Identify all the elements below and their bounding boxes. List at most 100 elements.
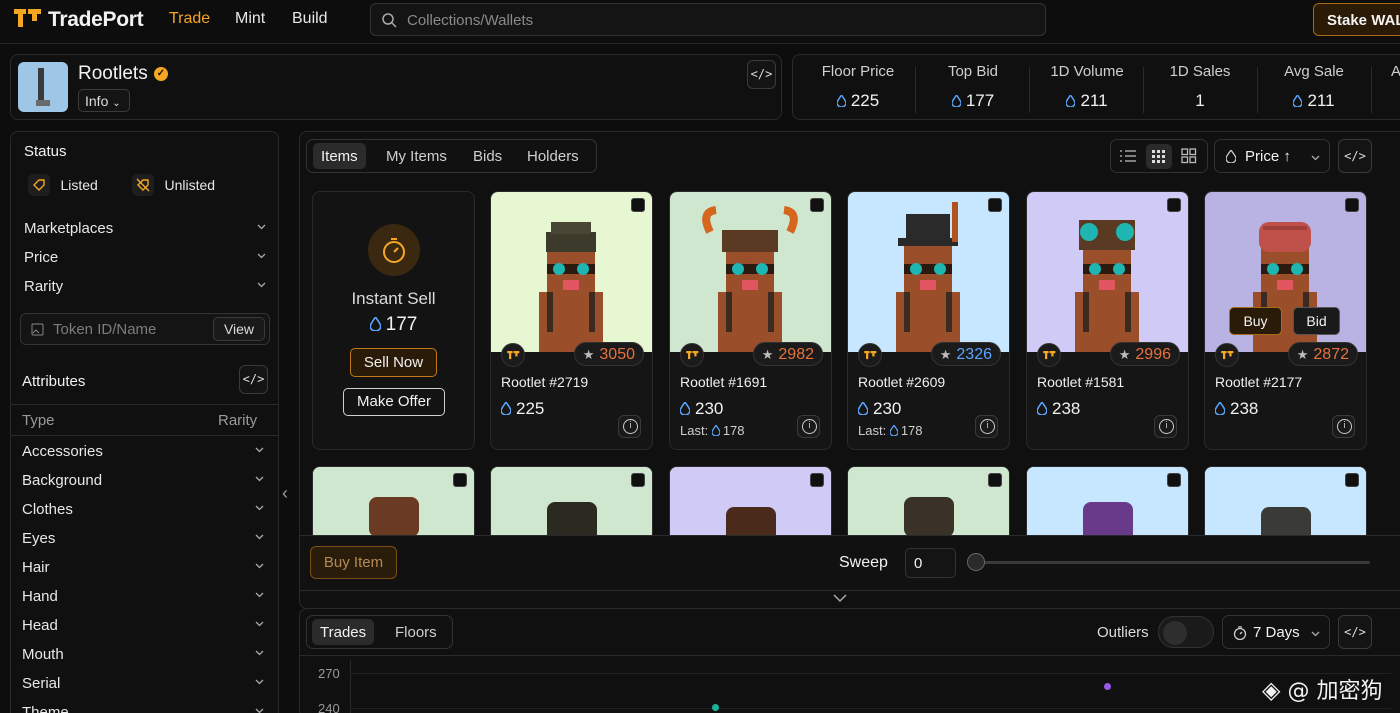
bid-button[interactable]: Bid (1293, 307, 1340, 335)
embed-code-icon[interactable]: </> (1338, 139, 1372, 173)
nft-card[interactable]: ★ 2996 Rootlet #1581 238 (1026, 191, 1189, 450)
time-range-dropdown[interactable]: 7 Days (1222, 615, 1330, 649)
make-offer-button[interactable]: Make Offer (343, 388, 445, 416)
tab-holders[interactable]: Holders (519, 143, 587, 169)
nft-card[interactable]: ★ 2982 Rootlet #1691 230 Last: 178 (669, 191, 832, 450)
nft-image (1027, 467, 1188, 535)
rarity-rank-badge: ★ 2872 (1287, 342, 1358, 366)
select-checkbox[interactable] (1167, 198, 1181, 212)
nft-card[interactable] (669, 466, 832, 535)
embed-code-icon[interactable]: </> (747, 60, 776, 89)
list-view-icon[interactable] (1119, 148, 1137, 164)
tab-my-items[interactable]: My Items (378, 143, 455, 169)
select-checkbox[interactable] (1167, 473, 1181, 487)
filter-rarity[interactable]: Rarity (24, 278, 270, 295)
grid-dense-view-icon[interactable] (1146, 144, 1172, 169)
sort-dropdown[interactable]: Price ↑ (1214, 139, 1330, 173)
info-icon[interactable] (797, 415, 820, 438)
tab-items[interactable]: Items (313, 143, 366, 169)
attribute-hair[interactable]: Hair (22, 559, 268, 576)
nav-build[interactable]: Build (292, 10, 328, 28)
chevron-down-icon (257, 253, 266, 259)
info-icon[interactable] (1332, 415, 1355, 438)
nft-card[interactable] (1026, 466, 1189, 535)
buy-item-button[interactable]: Buy Item (310, 546, 397, 579)
image-icon (31, 323, 44, 336)
nft-card[interactable] (847, 466, 1010, 535)
tradeport-logo-icon (501, 343, 525, 367)
divider (11, 404, 278, 405)
star-icon: ★ (761, 347, 774, 362)
select-checkbox[interactable] (1345, 198, 1359, 212)
attribute-head[interactable]: Head (22, 617, 268, 634)
select-checkbox[interactable] (1345, 473, 1359, 487)
select-checkbox[interactable] (988, 473, 1002, 487)
nft-card[interactable]: ★ 3050 Rootlet #2719 225 (490, 191, 653, 450)
info-icon[interactable] (618, 415, 641, 438)
nav-mint[interactable]: Mint (235, 10, 265, 28)
info-icon[interactable] (1154, 415, 1177, 438)
sweep-label: Sweep (839, 554, 888, 571)
attribute-clothes[interactable]: Clothes (22, 501, 268, 518)
select-checkbox[interactable] (631, 473, 645, 487)
filter-unlisted[interactable]: Unlisted (132, 174, 215, 196)
nft-card[interactable]: ★ 2326 Rootlet #2609 230 Last: 178 (847, 191, 1010, 450)
tab-trades[interactable]: Trades (312, 619, 375, 645)
attribute-theme[interactable]: Theme (22, 704, 268, 713)
view-button[interactable]: View (213, 317, 265, 341)
token-search[interactable]: View (20, 313, 270, 345)
attribute-hand[interactable]: Hand (22, 588, 268, 605)
attribute-accessories[interactable]: Accessories (22, 443, 268, 460)
tab-floors[interactable]: Floors (387, 619, 445, 645)
nft-card[interactable] (490, 466, 653, 535)
attribute-label: Mouth (22, 646, 64, 663)
chevron-down-icon[interactable] (832, 593, 848, 603)
search-input[interactable] (407, 10, 1007, 30)
sort-label: Price ↑ (1245, 148, 1291, 165)
filter-marketplaces[interactable]: Marketplaces (24, 220, 270, 237)
search-box[interactable] (370, 3, 1046, 36)
nft-card[interactable] (1204, 466, 1367, 535)
info-dropdown[interactable]: Info ⌄ (78, 89, 130, 112)
nav-trade[interactable]: Trade (169, 10, 210, 28)
instant-sell-title: Instant Sell (351, 289, 436, 308)
attribute-background[interactable]: Background (22, 472, 268, 489)
token-id-input[interactable] (53, 321, 203, 338)
nft-card[interactable] (312, 466, 475, 535)
chevron-down-icon (1311, 155, 1320, 161)
sell-now-button[interactable]: Sell Now (350, 348, 437, 377)
filter-listed[interactable]: Listed (28, 174, 98, 196)
attribute-label: Accessories (22, 443, 103, 460)
info-icon[interactable] (975, 415, 998, 438)
embed-code-icon[interactable]: </> (1338, 615, 1372, 649)
stake-button[interactable]: Stake WAL (1313, 3, 1400, 36)
brand-name[interactable]: TradePort (48, 8, 144, 32)
stat-label: Floor Price (821, 63, 895, 80)
nft-price: 230 (680, 399, 723, 419)
sweep-slider-handle[interactable] (967, 553, 985, 571)
instant-sell-value: 177 (313, 314, 474, 336)
select-checkbox[interactable] (631, 198, 645, 212)
trade-point[interactable] (712, 704, 719, 711)
grid-view-icon[interactable] (1181, 148, 1197, 164)
attribute-serial[interactable]: Serial (22, 675, 268, 692)
embed-code-icon[interactable]: </> (239, 365, 268, 394)
sweep-slider-track[interactable] (975, 561, 1370, 564)
nft-title: Rootlet #1691 (680, 374, 768, 390)
nft-card[interactable]: ★2872 Rootlet #2177 238 Buy Bid (1204, 191, 1367, 450)
tab-bids[interactable]: Bids (465, 143, 510, 169)
select-checkbox[interactable] (988, 198, 1002, 212)
outliers-toggle[interactable] (1158, 616, 1214, 648)
rarity-rank-badge: ★ 2326 (930, 342, 1001, 366)
select-checkbox[interactable] (810, 198, 824, 212)
select-checkbox[interactable] (453, 473, 467, 487)
filter-price[interactable]: Price (24, 249, 270, 266)
chevron-left-icon[interactable]: ‹ (282, 483, 288, 504)
select-checkbox[interactable] (810, 473, 824, 487)
buy-button[interactable]: Buy (1229, 307, 1282, 335)
sweep-input[interactable]: 0 (905, 548, 956, 578)
attribute-mouth[interactable]: Mouth (22, 646, 268, 663)
trade-point[interactable] (1104, 683, 1111, 690)
nft-price: 238 (1215, 399, 1258, 419)
attribute-eyes[interactable]: Eyes (22, 530, 268, 547)
